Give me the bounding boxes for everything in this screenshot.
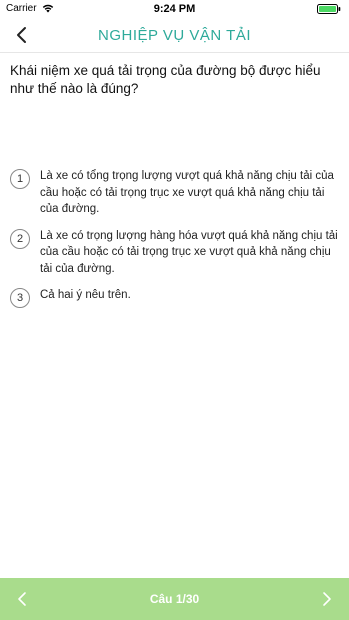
next-question-button[interactable]	[317, 589, 335, 609]
answer-text: Là xe có trọng lượng hàng hóa vượt quá k…	[40, 229, 338, 275]
answer-list: 1 Là xe có tổng trọng lượng vượt quá khả…	[10, 168, 340, 314]
status-bar: Carrier 9:24 PM	[0, 0, 349, 18]
answer-text: Là xe có tổng trọng lượng vượt quá khả n…	[40, 170, 334, 215]
answer-number-badge: 3	[10, 288, 30, 308]
answer-number-badge: 1	[10, 169, 30, 189]
question-counter: Câu 1/30	[149, 592, 200, 606]
answer-number-badge: 2	[10, 228, 30, 249]
answer-option-1[interactable]: 1 Là xe có tổng trọng lượng vượt quá khả…	[10, 168, 340, 218]
nav-bar: NGHIỆP VỤ VẬN TẢI	[0, 18, 349, 53]
answer-text: Cả hai ý nêu trên.	[40, 289, 131, 301]
answer-option-3[interactable]: 3 Cả hai ý nêu trên.	[10, 287, 340, 308]
battery-icon	[317, 4, 341, 14]
status-time: 9:24 PM	[153, 3, 196, 15]
answer-option-2[interactable]: 2 Là xe có trọng lượng hàng hóa vượt quá…	[10, 228, 340, 278]
question-text: Khái niệm xe quá tải trọng của đường bộ …	[10, 63, 321, 96]
page-title: NGHIỆP VỤ VẬN TẢI	[98, 27, 251, 44]
footer-nav-bar: Câu 1/30	[0, 578, 349, 620]
